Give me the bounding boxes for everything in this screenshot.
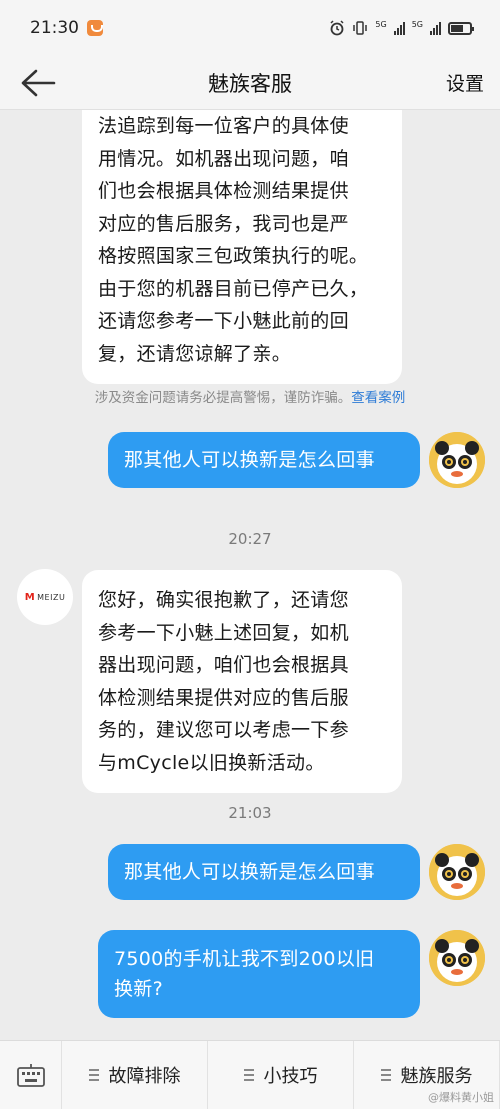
message-text: 那其他人可以换新是怎么回事: [124, 861, 375, 883]
panda-avatar-icon: [429, 844, 485, 900]
fraud-notice-text: 涉及资金问题请务必提高警惕，谨防诈骗。: [94, 390, 352, 406]
back-arrow-icon: [21, 69, 56, 97]
back-button[interactable]: [18, 66, 58, 100]
meizu-avatar[interactable]: M MEIZU: [17, 569, 73, 625]
page-title: 魅族客服: [208, 71, 292, 96]
view-cases-link[interactable]: 查看案例: [351, 390, 405, 406]
message-line: 您好，确实很抱歉了，还请您: [98, 589, 349, 611]
battery-icon: [448, 21, 474, 35]
message-text: 那其他人可以换新是怎么回事: [124, 449, 375, 471]
quick-tips-label: 小技巧: [263, 1066, 318, 1087]
header-bar: 魅族客服 设置: [0, 56, 500, 110]
message-line: 与mCycle以旧换新活动。: [98, 751, 325, 774]
keyboard-button[interactable]: [0, 1041, 62, 1109]
menu-icon: [243, 1069, 254, 1081]
keyboard-icon: [16, 1063, 45, 1087]
status-time: 21:30: [30, 18, 79, 38]
user-avatar[interactable]: [429, 432, 485, 488]
panda-avatar-icon: [429, 432, 485, 488]
meizu-logo-text: MEIZU: [37, 592, 66, 602]
user-message[interactable]: 那其他人可以换新是怎么回事: [108, 432, 420, 488]
meizu-logo: M MEIZU: [24, 591, 66, 603]
user-message[interactable]: 7500的手机让我不到200以旧 换新?: [98, 930, 420, 1018]
timestamp: 21:03: [228, 804, 272, 822]
vibrate-icon: [353, 21, 368, 35]
user-avatar[interactable]: [429, 844, 485, 900]
signal-2-icon: [430, 21, 441, 35]
user-message[interactable]: 那其他人可以换新是怎么回事: [108, 844, 420, 900]
settings-button[interactable]: 设置: [446, 69, 484, 96]
message-line: 们也会根据具体检测结果提供: [98, 180, 349, 202]
message-line: 务的，建议您可以考虑一下参: [98, 719, 349, 741]
chat-area[interactable]: 法追踪到每一位客户的具体使 用情况。如机器出现问题，咱 们也会根据具体检测结果提…: [0, 110, 500, 1040]
notification-app-icon: [87, 20, 103, 36]
message-line: 体检测结果提供对应的售后服: [98, 686, 349, 709]
timestamp: 20:27: [228, 530, 272, 548]
quick-tips-button[interactable]: 小技巧: [208, 1041, 354, 1109]
message-line: 7500的手机让我不到200以旧: [114, 948, 375, 970]
message-line: 器出现问题，咱们也会根据具: [98, 654, 349, 676]
menu-icon: [88, 1069, 99, 1081]
panda-avatar-icon: [429, 930, 485, 986]
message-line: 由于您的机器目前已停产已久，: [98, 277, 369, 300]
status-bar: 21:30 5G 5G: [0, 0, 500, 56]
menu-icon: [380, 1069, 391, 1081]
message-line: 还请您参考一下小魅此前的回: [98, 310, 349, 332]
signal-1-icon: [393, 21, 405, 35]
watermark: @爆料黄小姐: [428, 1091, 494, 1104]
quick-troubleshoot-label: 故障排除: [108, 1066, 181, 1087]
quick-troubleshoot-button[interactable]: 故障排除: [62, 1041, 208, 1109]
quick-meizu-service-label: 魅族服务: [400, 1066, 473, 1087]
message-line: 换新?: [114, 978, 163, 1000]
bottom-bar: 故障排除 小技巧 魅族服务 @爆料黄小姐: [0, 1040, 500, 1109]
network-type-1: 5G: [375, 20, 387, 29]
fraud-notice: 涉及资金问题请务必提高警惕，谨防诈骗。查看案例: [0, 386, 500, 406]
user-avatar[interactable]: [429, 930, 485, 986]
network-type-2: 5G: [411, 20, 423, 29]
agent-message[interactable]: 您好，确实很抱歉了，还请您 参考一下小魅上述回复，如机 器出现问题，咱们也会根据…: [82, 570, 402, 793]
message-line: 法追踪到每一位客户的具体使: [98, 115, 349, 137]
alarm-icon: [330, 20, 344, 36]
agent-message[interactable]: 法追踪到每一位客户的具体使 用情况。如机器出现问题，咱 们也会根据具体检测结果提…: [82, 110, 402, 384]
message-line: 参考一下小魅上述回复，如机: [98, 621, 349, 644]
message-line: 用情况。如机器出现问题，咱: [98, 147, 349, 170]
message-line: 格按照国家三包政策执行的呢。: [98, 245, 369, 267]
message-line: 复，还请您谅解了亲。: [98, 342, 292, 365]
message-line: 对应的售后服务，我司也是严: [98, 212, 349, 235]
